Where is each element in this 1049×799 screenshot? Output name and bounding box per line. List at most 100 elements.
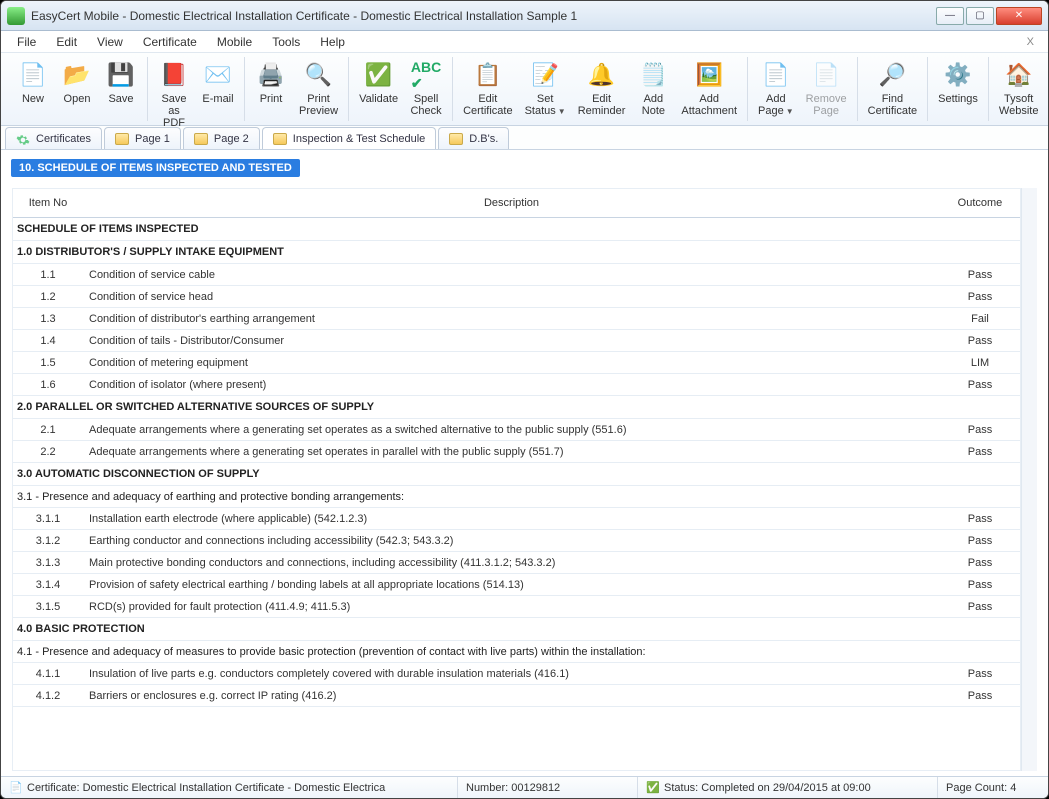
- menu-view[interactable]: View: [87, 33, 133, 51]
- close-button[interactable]: ✕: [996, 7, 1042, 25]
- gear-icon: ⚙️: [942, 59, 974, 91]
- subgroup-3-1: 3.1 - Presence and adequacy of earthing …: [13, 486, 1020, 508]
- group-1-0: 1.0 DISTRIBUTOR'S / SUPPLY INTAKE EQUIPM…: [13, 241, 1020, 264]
- save-as-pdf-button[interactable]: 📕 Saveas PDF: [152, 57, 196, 121]
- open-button[interactable]: 📂 Open: [55, 57, 99, 121]
- add-page-icon: 📄: [760, 59, 792, 91]
- tab-page1[interactable]: Page 1: [104, 127, 181, 149]
- add-note-button[interactable]: 🗒️ AddNote: [631, 57, 675, 121]
- validate-button[interactable]: ✅ Validate: [353, 57, 404, 121]
- table-row[interactable]: 1.1Condition of service cablePass: [13, 264, 1020, 286]
- set-status-button[interactable]: 📝 SetStatus▼: [519, 57, 572, 121]
- tab-dbs[interactable]: D.B's.: [438, 127, 509, 149]
- tabbar-close-button[interactable]: X: [1019, 36, 1042, 48]
- table-row[interactable]: 3.1.4Provision of safety electrical eart…: [13, 574, 1020, 596]
- tab-page2[interactable]: Page 2: [183, 127, 260, 149]
- menu-certificate[interactable]: Certificate: [133, 33, 207, 51]
- col-header-outcome[interactable]: Outcome: [940, 189, 1020, 218]
- add-attachment-button[interactable]: 🖼️ AddAttachment: [675, 57, 743, 121]
- table-row[interactable]: 1.2Condition of service headPass: [13, 286, 1020, 308]
- table-row[interactable]: 1.5Condition of metering equipmentLIM: [13, 352, 1020, 374]
- table-row[interactable]: 3.1.5RCD(s) provided for fault protectio…: [13, 596, 1020, 618]
- edit-reminder-button[interactable]: 🔔 EditReminder: [572, 57, 632, 121]
- table-row[interactable]: 3.1.3Main protective bonding conductors …: [13, 552, 1020, 574]
- email-icon: ✉️: [202, 59, 234, 91]
- status-complete-icon: ✅: [646, 781, 660, 795]
- tab-inspection-test-schedule[interactable]: Inspection & Test Schedule: [262, 127, 437, 149]
- table-row[interactable]: 4.1.1Insulation of live parts e.g. condu…: [13, 663, 1020, 685]
- chevron-down-icon: ▼: [786, 107, 794, 116]
- group-2-0: 2.0 PARALLEL OR SWITCHED ALTERNATIVE SOU…: [13, 396, 1020, 419]
- pdf-icon: 📕: [158, 59, 190, 91]
- new-button[interactable]: 📄 New: [11, 57, 55, 121]
- note-icon: 🗒️: [637, 59, 669, 91]
- table-row[interactable]: 2.2Adequate arrangements where a generat…: [13, 441, 1020, 463]
- settings-button[interactable]: ⚙️ Settings: [932, 57, 984, 121]
- subgroup-4-1: 4.1 - Presence and adequacy of measures …: [13, 641, 1020, 663]
- maximize-button[interactable]: ▢: [966, 7, 994, 25]
- menu-tools[interactable]: Tools: [262, 33, 310, 51]
- open-icon: 📂: [61, 59, 93, 91]
- col-header-itemno[interactable]: Item No: [13, 189, 83, 218]
- page-icon: [115, 133, 129, 145]
- save-icon: 💾: [105, 59, 137, 91]
- set-status-icon: 📝: [529, 59, 561, 91]
- statusbar: 📄 Certificate: Domestic Electrical Insta…: [1, 776, 1048, 798]
- status-status: ✅ Status: Completed on 29/04/2015 at 09:…: [638, 777, 938, 798]
- print-icon: 🖨️: [255, 59, 287, 91]
- gear-icon: [16, 133, 30, 145]
- print-button[interactable]: 🖨️ Print: [249, 57, 293, 121]
- remove-page-button: 📄 RemovePage: [800, 57, 853, 121]
- save-button[interactable]: 💾 Save: [99, 57, 143, 121]
- page-icon: [449, 133, 463, 145]
- titlebar: EasyCert Mobile - Domestic Electrical In…: [1, 1, 1048, 31]
- edit-certificate-button[interactable]: 📋 EditCertificate: [457, 57, 519, 121]
- menu-help[interactable]: Help: [310, 33, 355, 51]
- vertical-scrollbar[interactable]: [1021, 188, 1037, 771]
- status-page-count: Page Count: 4: [938, 777, 1048, 798]
- minimize-button[interactable]: —: [936, 7, 964, 25]
- remove-page-icon: 📄: [810, 59, 842, 91]
- print-preview-button[interactable]: 🔍 PrintPreview: [293, 57, 344, 121]
- group-4-0: 4.0 BASIC PROTECTION: [13, 618, 1020, 641]
- table-row[interactable]: 3.1.2Earthing conductor and connections …: [13, 530, 1020, 552]
- window-title: EasyCert Mobile - Domestic Electrical In…: [31, 9, 936, 23]
- table-row[interactable]: 1.3Condition of distributor's earthing a…: [13, 308, 1020, 330]
- print-preview-icon: 🔍: [303, 59, 335, 91]
- menu-edit[interactable]: Edit: [46, 33, 87, 51]
- edit-certificate-icon: 📋: [472, 59, 504, 91]
- bell-icon: 🔔: [586, 59, 618, 91]
- search-icon: 🔎: [876, 59, 908, 91]
- group-3-0: 3.0 AUTOMATIC DISCONNECTION OF SUPPLY: [13, 463, 1020, 486]
- menubar: File Edit View Certificate Mobile Tools …: [1, 31, 1048, 53]
- add-page-button[interactable]: 📄 AddPage▼: [752, 57, 800, 121]
- section-heading: 10. SCHEDULE OF ITEMS INSPECTED AND TEST…: [11, 159, 300, 177]
- spell-check-button[interactable]: ABC✔ SpellCheck: [404, 57, 448, 121]
- tysoft-website-button[interactable]: 🏠 TysoftWebsite: [993, 57, 1045, 121]
- col-header-description[interactable]: Description: [83, 189, 940, 218]
- inspection-table-scroll[interactable]: Item No Description Outcome SCHEDULE OF …: [12, 188, 1021, 771]
- table-row[interactable]: 2.1Adequate arrangements where a generat…: [13, 419, 1020, 441]
- email-button[interactable]: ✉️ E-mail: [196, 57, 240, 121]
- table-row[interactable]: 1.4Condition of tails - Distributor/Cons…: [13, 330, 1020, 352]
- menu-file[interactable]: File: [7, 33, 46, 51]
- toolbar: 📄 New 📂 Open 💾 Save 📕 Saveas PDF ✉️ E-ma…: [1, 53, 1048, 126]
- validate-icon: ✅: [363, 59, 395, 91]
- attachment-icon: 🖼️: [693, 59, 725, 91]
- app-icon: [7, 7, 25, 25]
- find-certificate-button[interactable]: 🔎 FindCertificate: [862, 57, 924, 121]
- page-icon: [194, 133, 208, 145]
- chevron-down-icon: ▼: [558, 107, 566, 116]
- menu-mobile[interactable]: Mobile: [207, 33, 262, 51]
- status-certificate: 📄 Certificate: Domestic Electrical Insta…: [1, 777, 458, 798]
- status-number: Number: 00129812: [458, 777, 638, 798]
- tab-certificates[interactable]: Certificates: [5, 127, 102, 149]
- page-tabs: Certificates Page 1 Page 2 Inspection & …: [1, 126, 1048, 150]
- document-icon: 📄: [9, 781, 23, 795]
- group-schedule-inspected: SCHEDULE OF ITEMS INSPECTED: [13, 218, 1020, 241]
- table-row[interactable]: 4.1.2Barriers or enclosures e.g. correct…: [13, 685, 1020, 707]
- new-icon: 📄: [17, 59, 49, 91]
- table-row[interactable]: 3.1.1Installation earth electrode (where…: [13, 508, 1020, 530]
- home-icon: 🏠: [1003, 59, 1035, 91]
- table-row[interactable]: 1.6Condition of isolator (where present)…: [13, 374, 1020, 396]
